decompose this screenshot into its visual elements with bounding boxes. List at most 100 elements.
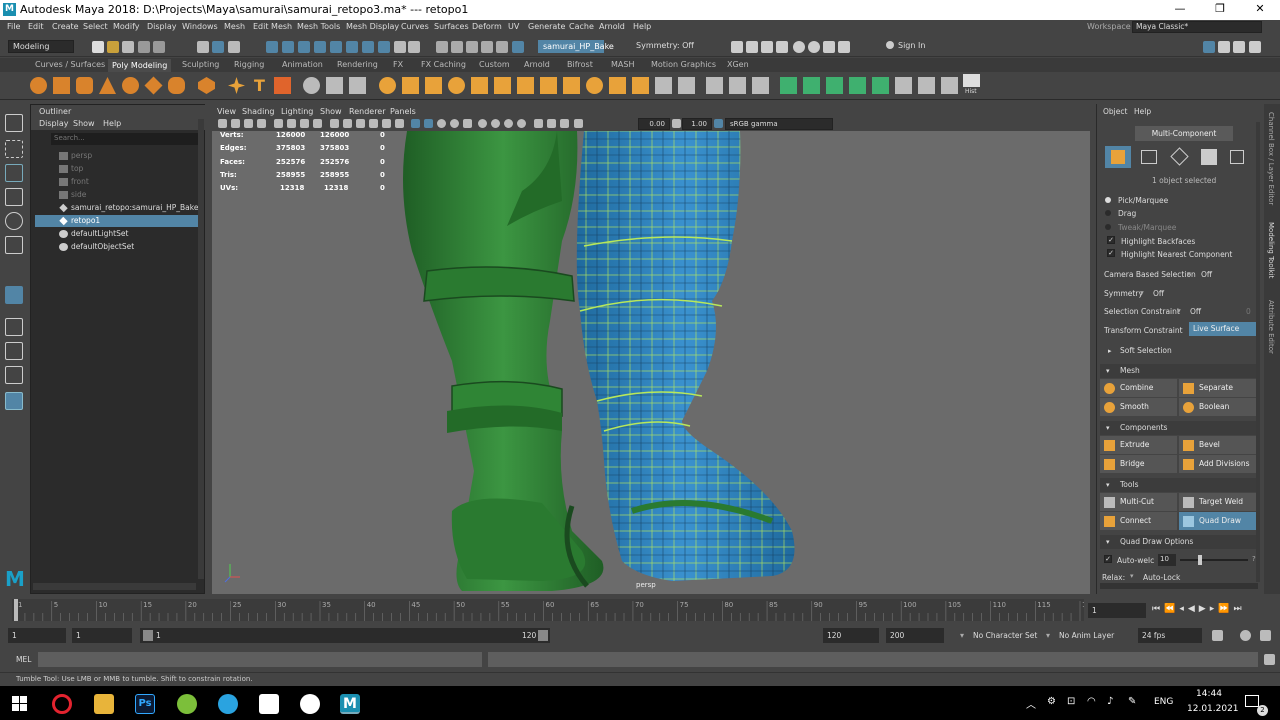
uv-automatic-icon[interactable]: [872, 77, 889, 94]
make-hole-icon[interactable]: [678, 77, 695, 94]
four-view-layout-icon[interactable]: [5, 342, 23, 360]
auto-key-icon[interactable]: [1240, 630, 1251, 641]
xray-active-icon[interactable]: [560, 119, 569, 128]
measure-icon[interactable]: [303, 77, 320, 94]
outliner-item-selected[interactable]: retopo1: [35, 215, 199, 227]
step-forward-key-icon[interactable]: ⏩: [1218, 604, 1233, 614]
workspace-dropdown[interactable]: Maya Classic*: [1132, 21, 1262, 33]
maximize-button[interactable]: ❐: [1200, 2, 1240, 15]
camera-based-dropdown-arrow-icon[interactable]: ▾: [1187, 269, 1191, 278]
loop-icon[interactable]: [1212, 630, 1223, 641]
anim-layer-dropdown[interactable]: No Anim Layer: [1059, 631, 1114, 640]
toolkit-symmetry-value[interactable]: Off: [1153, 289, 1164, 298]
cut-uv-icon[interactable]: [895, 77, 912, 94]
viewport-menu-lighting[interactable]: Lighting: [281, 107, 313, 116]
misc-mask-icon[interactable]: [378, 41, 390, 53]
snap-curve-icon[interactable]: [451, 41, 463, 53]
textured-icon[interactable]: [437, 119, 446, 128]
selection-constraint-value[interactable]: Off: [1190, 307, 1201, 316]
highlight-select-icon[interactable]: [408, 41, 420, 53]
multi-cut-button[interactable]: Multi-Cut: [1100, 493, 1177, 511]
image-plane-icon[interactable]: [257, 119, 266, 128]
side-tab-attribute-editor[interactable]: Attribute Editor: [1267, 300, 1275, 354]
uv-planar-icon[interactable]: [803, 77, 820, 94]
separate-button[interactable]: Separate: [1179, 379, 1258, 397]
extrude-button[interactable]: Extrude: [1100, 436, 1177, 454]
shelf-tab-rigging[interactable]: Rigging: [234, 60, 264, 69]
delete-history-icon[interactable]: [941, 77, 958, 94]
paint-select-tool-icon[interactable]: [5, 164, 23, 182]
fps-dropdown[interactable]: 24 fps: [1138, 628, 1202, 643]
undo-icon[interactable]: [138, 41, 150, 53]
playback-start-field[interactable]: 1: [72, 628, 132, 643]
wifi-icon[interactable]: ◠: [1087, 696, 1096, 707]
uv-unfold-icon[interactable]: [780, 77, 797, 94]
time-ruler[interactable]: 1 5 10 15 20 25 30 35 40 45 50 55 60 65 70 75 80 85 90 95 10…: [12, 599, 1084, 621]
super-shape-icon[interactable]: [228, 77, 245, 94]
append-polygon-icon[interactable]: [632, 77, 649, 94]
select-by-object-icon[interactable]: [228, 41, 240, 53]
menu-edit[interactable]: Edit: [28, 22, 44, 31]
shadows-icon[interactable]: [463, 119, 472, 128]
symmetry-dropdown[interactable]: Symmetry: Off: [632, 40, 702, 53]
ipr-render-icon[interactable]: [761, 41, 773, 53]
multi-cut-shelf-icon[interactable]: [706, 77, 723, 94]
outliner-menu-help[interactable]: Help: [103, 119, 121, 128]
quad-draw-options-header[interactable]: ▾ Quad Draw Options: [1100, 535, 1258, 549]
outliner-menu-show[interactable]: Show: [73, 119, 95, 128]
toggle-attribute-editor-icon[interactable]: [1218, 41, 1230, 53]
soft-selection-section[interactable]: ▸ Soft Selection: [1100, 344, 1258, 358]
offset-edge-loop-icon[interactable]: [752, 77, 769, 94]
transform-constraint-value[interactable]: Live Surface: [1189, 322, 1258, 336]
smooth-shade-icon[interactable]: [382, 119, 391, 128]
tweak-marquee-radio[interactable]: [1105, 224, 1111, 230]
select-by-hierarchy-icon[interactable]: [197, 41, 209, 53]
step-back-key-icon[interactable]: ⏪: [1164, 604, 1179, 614]
shelf-tab-motion-graphics[interactable]: Motion Graphics: [651, 60, 716, 69]
depth-of-field-icon[interactable]: [517, 119, 526, 128]
joint-mask-icon[interactable]: [362, 41, 374, 53]
scale-tool-icon[interactable]: [5, 236, 23, 254]
animation-preferences-icon[interactable]: [1260, 630, 1271, 641]
shelf-tab-fx[interactable]: FX: [393, 60, 403, 69]
playback-end-field[interactable]: 120: [823, 628, 879, 643]
range-end-handle[interactable]: [538, 630, 548, 641]
platonic-solid-icon[interactable]: [198, 77, 215, 94]
wireframe-on-shaded-icon[interactable]: [411, 119, 420, 128]
step-forward-frame-icon[interactable]: ▸: [1210, 604, 1219, 614]
sign-in-dropdown[interactable]: Sign In: [882, 40, 960, 53]
shelf-tab-fx-caching[interactable]: FX Caching: [421, 60, 466, 69]
uv-editor-icon[interactable]: [349, 77, 366, 94]
motion-blur-icon[interactable]: [491, 119, 500, 128]
menu-curves[interactable]: Curves: [401, 22, 429, 31]
poly-cube-icon[interactable]: [53, 77, 70, 94]
marmoset-icon[interactable]: [259, 694, 279, 714]
toolkit-menu-object[interactable]: Object: [1103, 107, 1127, 116]
render-frame-icon[interactable]: [746, 41, 758, 53]
bookmarks-icon[interactable]: [244, 119, 253, 128]
menu-file[interactable]: File: [7, 22, 20, 31]
shelf-tab-xgen[interactable]: XGen: [727, 60, 749, 69]
arnold-icon[interactable]: [808, 41, 820, 53]
boolean-union-icon[interactable]: [471, 77, 488, 94]
outliner-vertical-scrollbar[interactable]: [198, 119, 204, 579]
clock-date[interactable]: 12.01.2021: [1187, 704, 1239, 714]
face-mask-icon[interactable]: [298, 41, 310, 53]
minimize-button[interactable]: —: [1160, 2, 1200, 15]
mesh-section-header[interactable]: ▾ Mesh: [1100, 364, 1258, 378]
vertex-mode-icon[interactable]: [1141, 150, 1157, 164]
outliner-item[interactable]: front: [35, 176, 199, 188]
exposure-field[interactable]: 0.00: [638, 118, 670, 130]
poly-cone-icon[interactable]: [99, 77, 116, 94]
snap-view-icon[interactable]: [481, 41, 493, 53]
selection-constraint-arrow-icon[interactable]: ▾: [1177, 306, 1181, 315]
exposure-icon[interactable]: [574, 119, 583, 128]
time-slider[interactable]: 1 5 10 15 20 25 30 35 40 45 50 55 60 65 70 75 80 85 90 95 10…: [0, 598, 1280, 624]
range-start-handle[interactable]: [143, 630, 153, 641]
relax-dropdown-arrow-icon[interactable]: ▾: [1130, 572, 1134, 580]
menu-display[interactable]: Display: [147, 22, 177, 31]
play-forwards-icon[interactable]: ▶: [1199, 604, 1210, 614]
volume-icon[interactable]: ♪: [1107, 696, 1113, 707]
save-scene-icon[interactable]: [122, 41, 134, 53]
network-icon[interactable]: ⊡: [1067, 696, 1075, 707]
